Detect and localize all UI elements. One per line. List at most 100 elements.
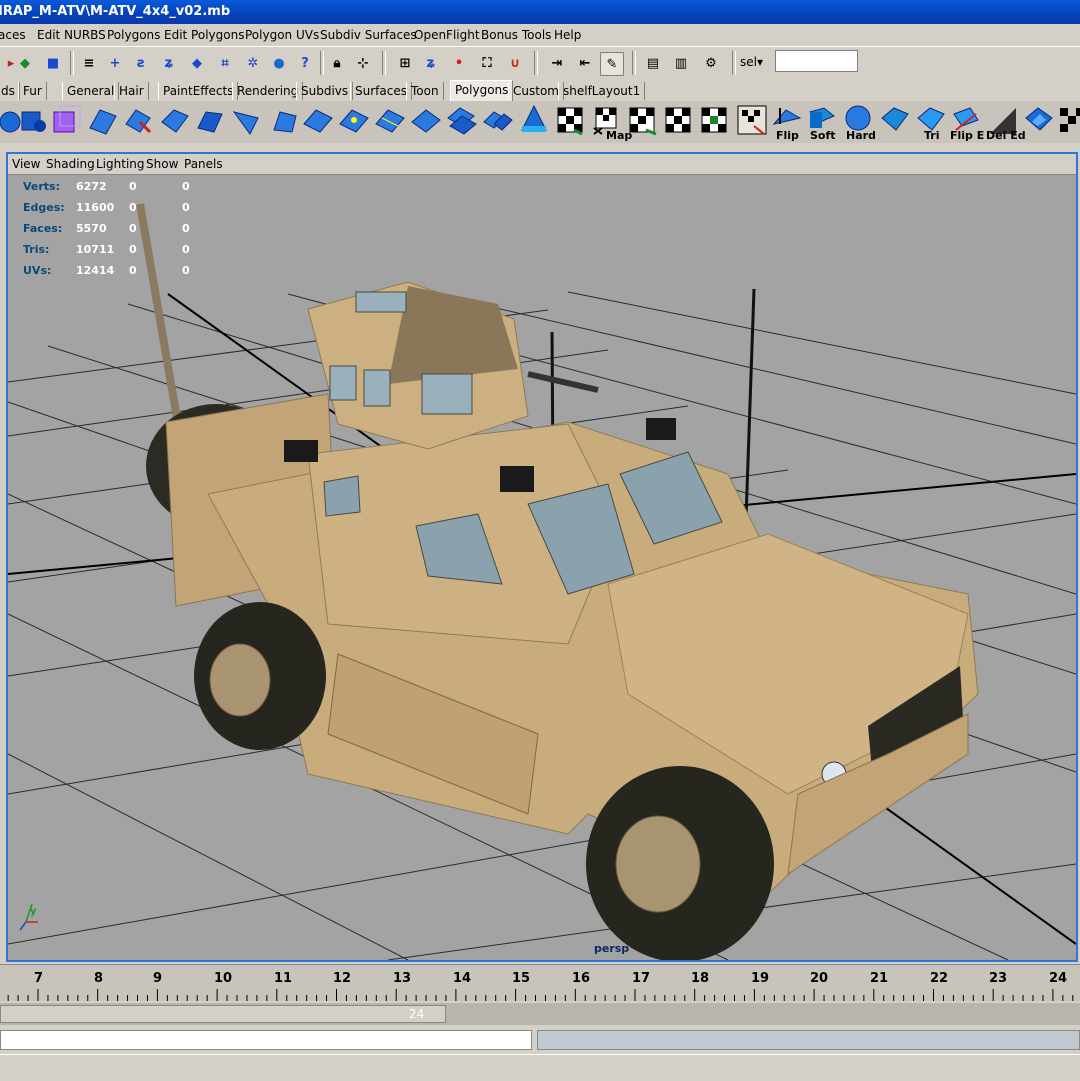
tab-ds[interactable]: ds [0,82,20,100]
quick-select-input[interactable] [775,50,858,72]
tab-fur[interactable]: Fur [18,82,47,100]
viewport-menu-lighting[interactable]: Lighting [96,157,145,171]
snap-curve-icon[interactable]: ʑ [420,52,442,74]
poly-wire-cube-icon[interactable] [50,104,82,136]
tab-general[interactable]: General [62,82,120,100]
viewport-menu-show[interactable]: Show [146,157,178,171]
uv-spherical-icon[interactable] [698,104,730,136]
dynamics-icon[interactable]: ✲ [242,52,264,74]
curve-icon[interactable]: ʑ [158,52,180,74]
polygon-component-icon[interactable]: ƨ [130,52,152,74]
menu-edit-nurbs[interactable]: Edit NURBS [37,28,106,42]
frame-tick-label: 23 [989,971,1008,986]
tab-polygons[interactable]: Polygons [450,80,514,102]
snap-point-icon[interactable]: • [448,52,470,74]
frame-tick-label: 19 [751,971,770,986]
viewport-menu-shading[interactable]: Shading [46,157,95,171]
menu-bar: aces Edit NURBS Polygons Edit Polygons P… [0,24,1080,46]
m-atv-vehicle-model[interactable] [136,203,979,960]
tab-toon[interactable]: Toon [406,82,444,100]
poly-plane-icon[interactable] [86,104,118,136]
poly-wedge-icon[interactable] [230,104,262,136]
tab-subdivs[interactable]: Subdivs [296,82,354,100]
menu-subdiv-surfaces[interactable]: Subdiv Surfaces [320,28,417,42]
range-slider-handle[interactable]: 24 [0,1005,446,1023]
menu-help[interactable]: Help [554,28,581,42]
menu-edit-polygons[interactable]: Edit Polygons [164,28,244,42]
output-ops-icon[interactable]: ⇤ [574,52,596,74]
poly-mirror-icon[interactable] [518,104,550,136]
render-frame-icon[interactable]: ▤ [642,52,664,74]
poly-fill-icon[interactable] [1022,104,1054,136]
snap-grid-icon[interactable]: ⊞ [394,52,416,74]
mask-icon[interactable]: ≡ [78,52,100,74]
tab-painteffects[interactable]: PaintEffects [158,82,239,100]
uv-auto-icon[interactable] [736,104,768,136]
stat-selected-faces: 0 [129,222,137,235]
triangulate-icon[interactable] [878,104,910,136]
shelf-label-del-edge: Del Ed [986,129,1026,142]
poly-combine-icon[interactable] [482,104,514,136]
poly-merge-icon[interactable] [302,104,334,136]
toolbar-separator [320,51,324,75]
uv-cylindrical-icon[interactable] [662,104,694,136]
surface-icon[interactable]: ◆ [186,52,208,74]
construction-history-icon[interactable]: ✎ [600,52,624,76]
tab-hair[interactable]: Hair [114,82,149,100]
time-slider[interactable]: 7 8 9 10 11 12 13 14 15 16 17 18 19 20 2… [0,964,1080,1001]
stat-label-faces: Faces: [23,222,63,235]
snap-view-icon[interactable]: ⛶ [476,52,498,74]
stat-value-faces: 5570 [76,222,107,235]
poly-bevel-icon[interactable] [268,104,300,136]
poly-separate-icon[interactable] [446,104,478,136]
snap-icon[interactable]: ⊹ [352,52,374,74]
uv-planar-icon[interactable] [626,104,658,136]
uv-checker-icon[interactable] [554,104,586,136]
toolbar-separator [632,51,636,75]
range-slider[interactable]: 24 [0,1003,1080,1025]
title-bar: IRAP_M-ATV\M-ATV_4x4_v02.mb [0,0,1080,24]
poly-smooth-icon[interactable] [410,104,442,136]
command-input[interactable] [0,1030,532,1050]
rear-side-window [323,475,361,517]
tab-custom[interactable]: Custom [508,82,564,100]
shelf-label-tri: Tri [924,129,940,142]
poly-split-icon[interactable] [158,104,190,136]
toolbar-separator [382,51,386,75]
frame-tick-label: 24 [1049,971,1068,986]
tab-rendering[interactable]: Rendering [232,82,304,100]
menu-polygons[interactable]: Polygons [107,28,160,42]
frame-tick-label: 22 [930,971,949,986]
poly-cube-icon[interactable] [16,104,48,136]
poly-append-icon[interactable] [122,104,154,136]
poly-subdivide-icon[interactable] [374,104,406,136]
lock-icon[interactable]: 🔒︎ [326,52,348,74]
select-object-icon[interactable]: ■ [42,52,64,74]
viewport-menu-panels[interactable]: Panels [184,157,223,171]
menu-polygon-uvs[interactable]: Polygon UVs [245,28,319,42]
poly-extrude-icon[interactable] [194,104,226,136]
menu-bonus-tools[interactable]: Bonus Tools [481,28,551,42]
render-icon[interactable]: ● [268,52,290,74]
viewport-menu-view[interactable]: View [12,157,40,171]
perspective-viewport[interactable]: View Shading Lighting Show Panels Verts:… [6,152,1078,962]
tab-surfaces[interactable]: Surfaces [350,82,412,100]
select-hierarchy-icon[interactable]: ◆ [14,52,36,74]
stat-selected-verts: 0 [129,180,137,193]
render-globals-icon[interactable]: ⚙ [700,52,722,74]
checker-icon[interactable] [1056,104,1080,136]
command-line [0,1028,1080,1052]
deform-icon[interactable]: ⌗ [214,52,236,74]
front-wheel-hub [615,815,701,913]
help-query-icon[interactable]: ? [294,52,316,74]
magnet-icon[interactable]: ∪ [504,52,526,74]
component-icon[interactable]: + [104,52,126,74]
tab-shelflayout1[interactable]: shelfLayout1 [558,82,646,100]
menu-surfaces[interactable]: aces [0,28,26,42]
selection-mode-dropdown[interactable]: sel▾ [740,55,763,69]
vehicle-antenna [744,288,756,520]
poly-collapse-icon[interactable] [338,104,370,136]
input-ops-icon[interactable]: ⇥ [546,52,568,74]
ipr-render-icon[interactable]: ▥ [670,52,692,74]
menu-openflight[interactable]: OpenFlight [414,28,480,42]
